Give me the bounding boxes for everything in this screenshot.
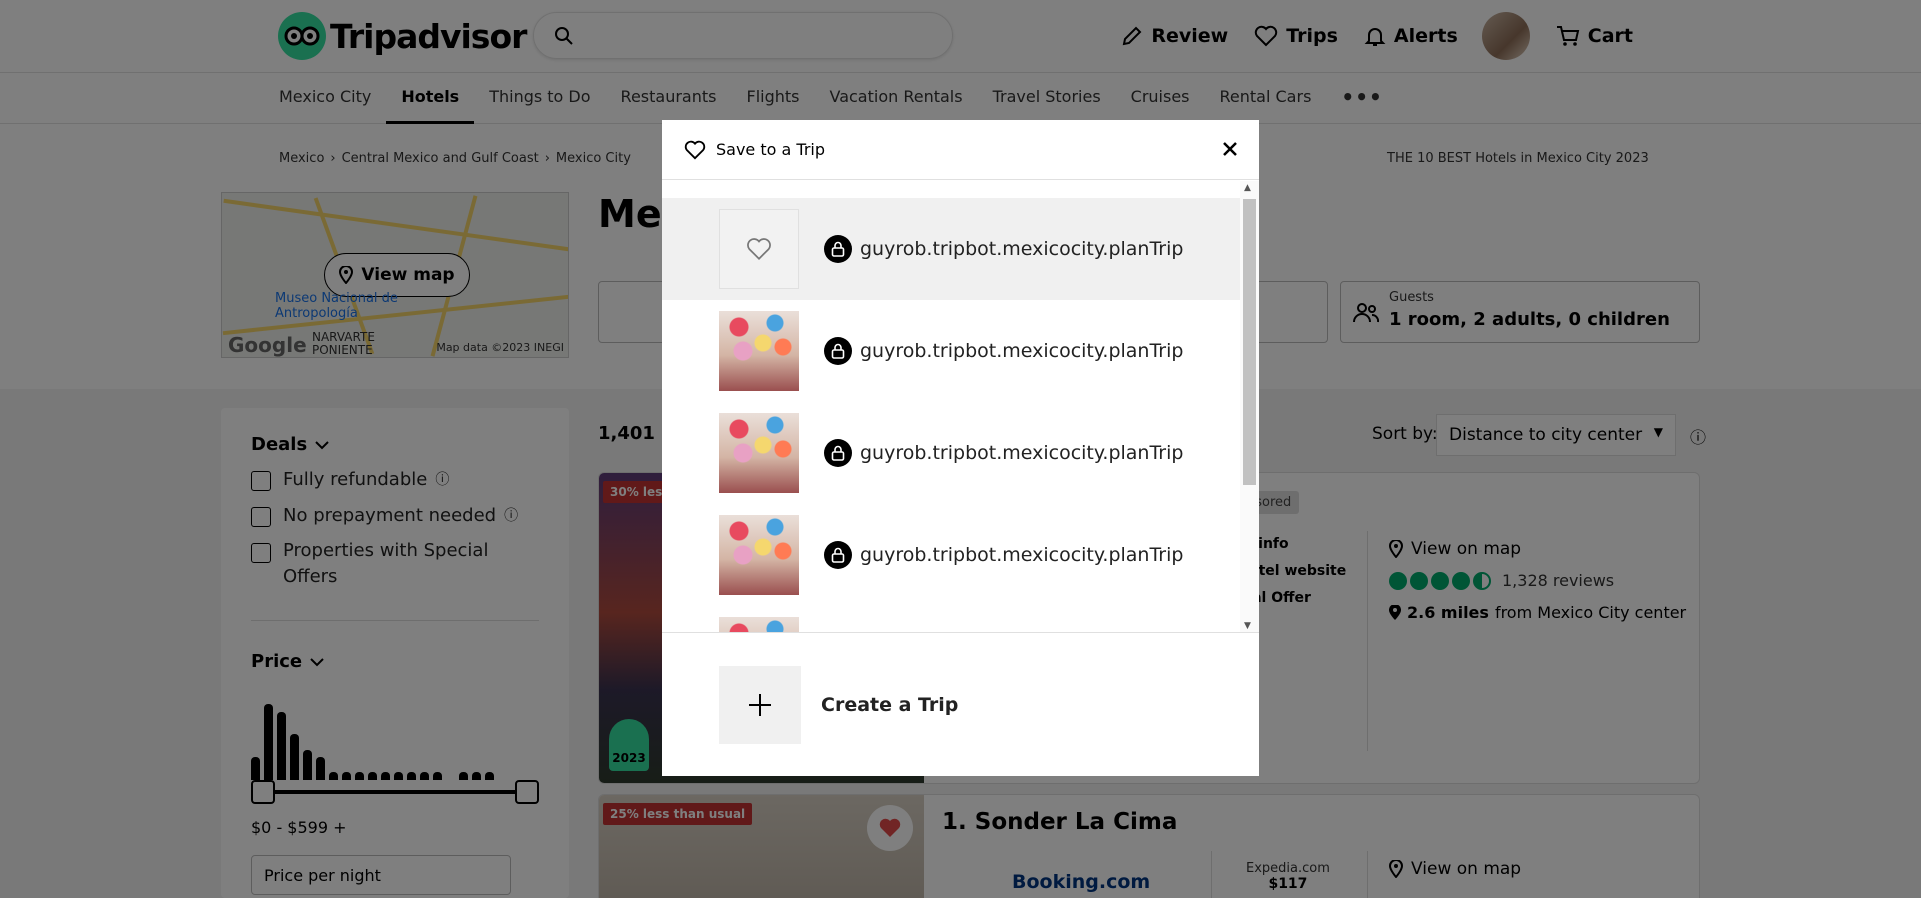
trip-list-item[interactable] (662, 606, 1240, 632)
trip-list[interactable]: guyrob.tripbot.mexicocity.planTrip guyro… (662, 181, 1259, 633)
create-trip-label: Create a Trip (821, 694, 959, 716)
scroll-up-arrow[interactable]: ▲ (1244, 183, 1251, 193)
close-icon (1223, 142, 1237, 156)
modal-header: Save to a Trip (662, 120, 1259, 180)
trip-list-item[interactable]: guyrob.tripbot.mexicocity.planTrip (662, 504, 1240, 606)
heart-outline-icon (747, 238, 771, 260)
lock-icon (824, 541, 852, 569)
create-trip-button[interactable]: Create a Trip (719, 666, 958, 744)
scrollbar[interactable]: ▲ ▼ (1240, 181, 1259, 632)
lock-icon (824, 439, 852, 467)
plus-icon (719, 666, 801, 744)
lock-icon (824, 337, 852, 365)
trip-list-item[interactable]: guyrob.tripbot.mexicocity.planTrip (662, 402, 1240, 504)
trip-name: guyrob.tripbot.mexicocity.planTrip (860, 340, 1184, 362)
trip-thumbnail-image (719, 515, 799, 595)
modal-title: Save to a Trip (716, 140, 825, 159)
heart-icon (684, 140, 706, 159)
trip-thumbnail-empty (719, 209, 799, 289)
trip-thumbnail-image (719, 311, 799, 391)
trip-list-item[interactable]: guyrob.tripbot.mexicocity.planTrip (662, 198, 1240, 300)
trip-name: guyrob.tripbot.mexicocity.planTrip (860, 544, 1184, 566)
lock-icon (824, 235, 852, 263)
trip-name: guyrob.tripbot.mexicocity.planTrip (860, 238, 1184, 260)
trip-thumbnail-image (719, 413, 799, 493)
scrollbar-thumb[interactable] (1243, 199, 1256, 485)
close-button[interactable] (1217, 136, 1243, 162)
scroll-down-arrow[interactable]: ▼ (1244, 621, 1251, 631)
trip-name: guyrob.tripbot.mexicocity.planTrip (860, 442, 1184, 464)
save-to-trip-modal: Save to a Trip guyrob.tripbot.mexicocity… (662, 120, 1259, 776)
trip-list-item[interactable]: guyrob.tripbot.mexicocity.planTrip (662, 300, 1240, 402)
trip-thumbnail-image (719, 617, 799, 632)
